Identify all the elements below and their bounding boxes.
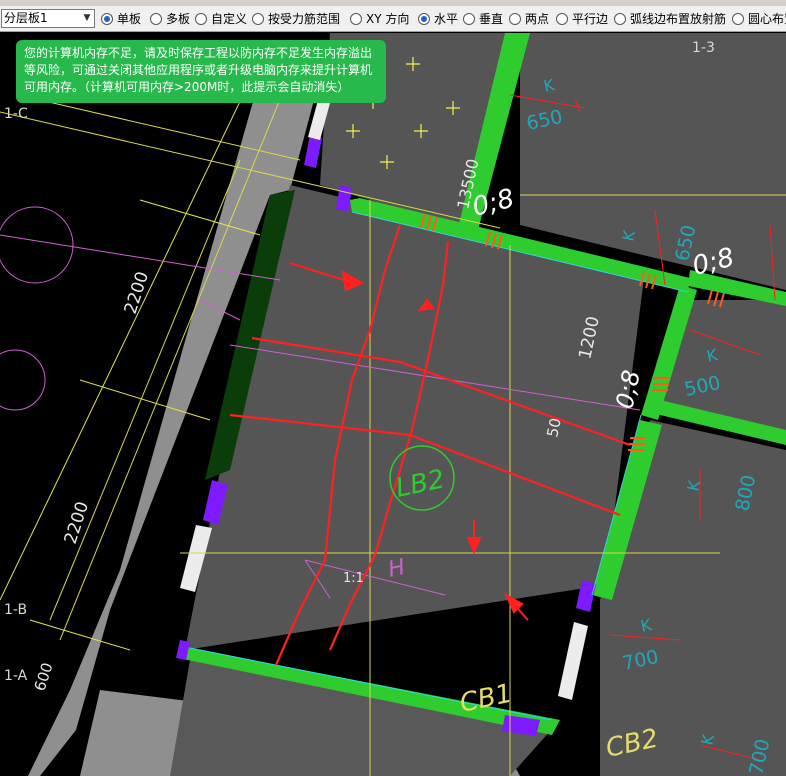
option-horizontal[interactable]: 水平 [418,11,458,27]
cad-canvas[interactable]: 1-C 1-B 1-A 1-3 13500 2200 2200 1200 600… [0,33,786,776]
axis-label-1b: 1-B [4,602,27,618]
axis-label-1c: 1-C [4,106,28,122]
notice-text: 您的计算机内存不足，请及时保存工程以防内存不足发生内存溢出等风险，可通过关闭其他… [24,46,373,94]
radio-icon[interactable] [101,13,113,25]
option-by-rebar-range[interactable]: 按受力筋范围 [252,11,340,27]
chevron-down-icon[interactable]: ▼ [80,10,94,27]
layer-select[interactable]: 分层板1 ▼ [1,9,95,28]
radio-icon[interactable] [418,13,430,25]
option-arc-radial[interactable]: 弧线边布置放射筋 [614,11,726,27]
radio-icon[interactable] [252,13,264,25]
option-multi-slab[interactable]: 多板 [150,11,190,27]
radio-icon[interactable] [195,13,207,25]
option-two-points[interactable]: 两点 [509,11,549,27]
option-parallel-edge[interactable]: 平行边 [556,11,608,27]
radio-icon[interactable] [556,13,568,25]
radio-icon[interactable] [509,13,521,25]
option-xy-direction[interactable]: XY 方向 [350,11,409,27]
option-custom[interactable]: 自定义 [195,11,247,27]
toolbar: 分层板1 ▼ 单板 多板 自定义 按受力筋范围 XY 方向 水平 垂直 两点 平… [0,6,786,32]
radio-icon[interactable] [463,13,475,25]
axis-label-1a: 1-A [4,668,28,684]
radio-icon[interactable] [614,13,626,25]
low-memory-notice[interactable]: 您的计算机内存不足，请及时保存工程以防内存不足发生内存溢出等风险，可通过关闭其他… [16,40,386,103]
layer-select-value: 分层板1 [4,11,48,25]
option-circle-center[interactable]: 圆心布置 [732,11,786,27]
radio-icon[interactable] [732,13,744,25]
option-single-slab[interactable]: 单板 [101,11,141,27]
label-ratio: 1:1 [343,571,364,586]
radio-icon[interactable] [350,13,362,25]
radio-icon[interactable] [150,13,162,25]
axis-label-1-3: 1-3 [692,40,715,56]
option-vertical[interactable]: 垂直 [463,11,503,27]
